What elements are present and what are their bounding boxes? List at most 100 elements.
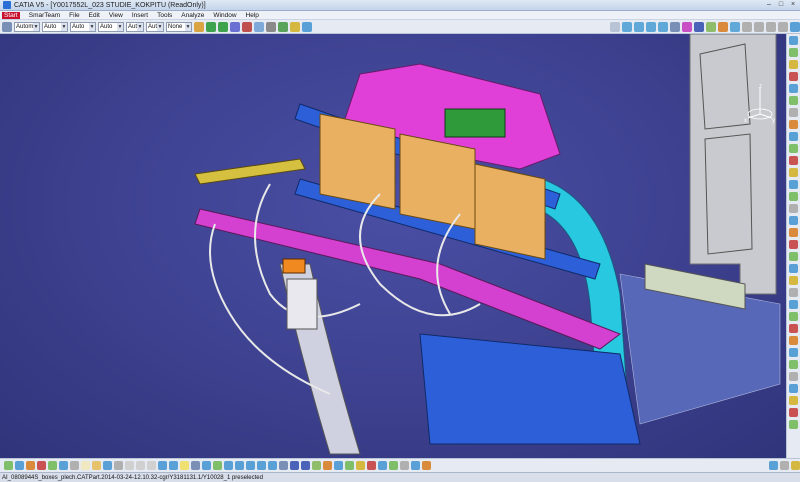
clash-icon[interactable] [278,21,288,32]
redo-icon[interactable] [169,461,178,470]
menu-view[interactable]: View [109,12,123,19]
fly-icon[interactable] [213,461,222,470]
print-icon[interactable] [114,461,123,470]
shading-icon[interactable] [694,21,704,32]
offset-icon[interactable] [789,144,798,153]
update-icon[interactable] [789,168,798,177]
copy-icon[interactable] [136,461,145,470]
select-icon[interactable] [191,461,200,470]
tree-expand-icon[interactable] [334,461,343,470]
fly-mode-icon[interactable] [730,21,740,32]
open-icon[interactable] [92,461,101,470]
undo-icon[interactable] [158,461,167,470]
swap-space-icon[interactable] [718,21,728,32]
perspective-icon[interactable] [766,21,776,32]
cut-icon[interactable] [125,461,134,470]
manipulate-icon[interactable] [789,180,798,189]
inertia-icon[interactable] [789,288,798,297]
whats-this-icon[interactable] [180,461,189,470]
shading-bottom-icon[interactable] [301,461,310,470]
smarteam-lifecycle-icon[interactable] [26,461,35,470]
measure-between-icon[interactable] [789,264,798,273]
links-icon[interactable] [789,408,798,417]
layer-combo[interactable]: None ▼ [166,21,192,32]
hide-show-icon[interactable] [706,21,716,32]
light-icon[interactable] [754,21,764,32]
publish-icon[interactable] [789,396,798,405]
knowledge-icon[interactable] [789,348,798,357]
explode-icon[interactable] [789,108,798,117]
graph-tree-icon[interactable] [780,461,789,470]
product-bottom-icon[interactable] [345,461,354,470]
zoom-out-bottom-icon[interactable] [268,461,277,470]
compare-icon[interactable] [789,324,798,333]
capture-icon[interactable] [742,21,752,32]
scissors-icon[interactable] [242,21,252,32]
menu-help[interactable]: Help [246,12,259,19]
maximize-button[interactable]: □ [776,1,786,9]
reuse-pattern-icon[interactable] [789,192,798,201]
smarteam-properties-icon[interactable] [70,461,79,470]
transparency-combo[interactable]: Auto ▼ [42,21,68,32]
scene-icon[interactable] [789,216,798,225]
point-symbol-combo[interactable]: Aut ▼ [126,21,144,32]
multi-view-icon[interactable] [790,21,800,32]
rotate-bottom-icon[interactable] [246,461,255,470]
light-bottom-icon[interactable] [356,461,365,470]
product-icon[interactable] [789,48,798,57]
pan-icon[interactable] [622,21,632,32]
layer-filter-icon[interactable] [791,461,800,470]
ambiance-icon[interactable] [778,21,788,32]
smarteam-checkout-icon[interactable] [59,461,68,470]
compass-widget[interactable]: z x y [743,84,777,124]
menu-analyze[interactable]: Analyze [181,12,204,19]
menu-insert[interactable]: Insert [132,12,148,19]
tools-icon[interactable] [789,336,798,345]
menu-edit[interactable]: Edit [89,12,100,19]
weld-icon[interactable] [789,240,798,249]
measure-item-icon[interactable] [789,276,798,285]
catalog-icon[interactable] [789,252,798,261]
formula-f-icon[interactable] [202,461,211,470]
transform-icon[interactable] [218,21,228,32]
formula-icon[interactable] [789,360,798,369]
menu-smarteam[interactable]: SmarTeam [29,12,60,19]
distance-icon[interactable] [290,21,300,32]
quick-view-icon[interactable] [682,21,692,32]
minimize-button[interactable]: – [764,1,774,9]
move-icon[interactable] [789,84,798,93]
iso-view-icon[interactable] [290,461,299,470]
linetype-combo[interactable]: Auto ▼ [98,21,124,32]
snapshot-icon[interactable] [422,461,431,470]
new-icon[interactable] [81,461,90,470]
menu-file[interactable]: File [69,12,79,19]
menu-window[interactable]: Window [213,12,236,19]
sketch-icon[interactable] [789,36,798,45]
fix-icon[interactable] [789,120,798,129]
menu-start[interactable]: Start [2,11,20,19]
bom-icon[interactable] [789,228,798,237]
section-icon[interactable] [789,300,798,309]
angle-icon[interactable] [789,156,798,165]
contact-icon[interactable] [789,132,798,141]
line-thickness-combo[interactable]: Auto ▼ [70,21,96,32]
apply-material-icon[interactable] [789,372,798,381]
normal-view-bottom-icon[interactable] [279,461,288,470]
measure-bottom-icon[interactable] [378,461,387,470]
save-icon[interactable] [103,461,112,470]
color-combo[interactable]: Autom ▼ [14,21,40,32]
fit-all-icon[interactable] [610,21,620,32]
clash-bottom-icon[interactable] [367,461,376,470]
smarteam-open-icon[interactable] [15,461,24,470]
hide-show-bottom-icon[interactable] [312,461,321,470]
menu-tools[interactable]: Tools [157,12,172,19]
fit-all-in-icon[interactable] [224,461,233,470]
snap-icon[interactable] [789,96,798,105]
save-management-icon[interactable] [789,420,798,429]
zoom-out-icon[interactable] [658,21,668,32]
paste-icon[interactable] [147,461,156,470]
catalog-browser-icon[interactable] [789,384,798,393]
wand-icon[interactable] [230,21,240,32]
axis-system-icon[interactable] [400,461,409,470]
pan-bottom-icon[interactable] [235,461,244,470]
